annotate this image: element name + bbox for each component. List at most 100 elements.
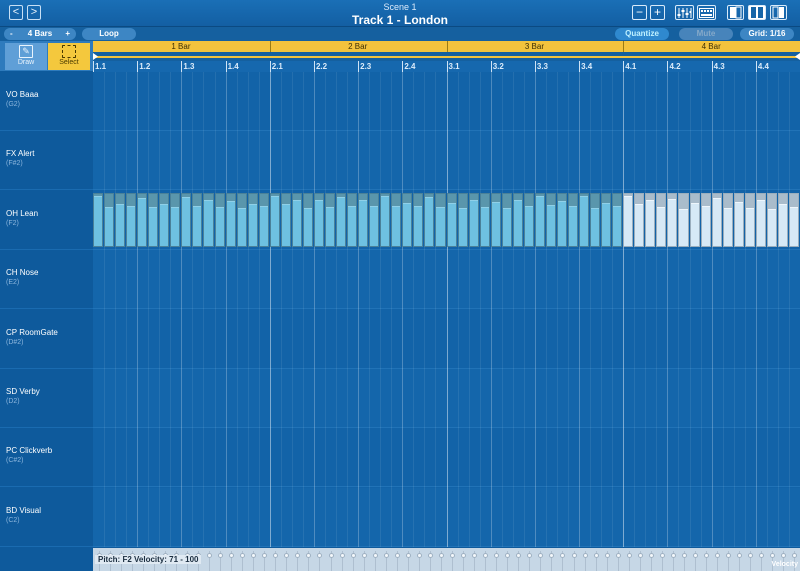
lane-label[interactable]: BD Visual (C2) bbox=[0, 488, 93, 547]
velocity-handle[interactable] bbox=[626, 551, 632, 571]
velocity-handle[interactable] bbox=[339, 551, 345, 571]
note-block[interactable] bbox=[236, 192, 247, 248]
note-block[interactable] bbox=[579, 192, 590, 248]
note-block[interactable] bbox=[302, 192, 313, 248]
note-block[interactable] bbox=[590, 192, 601, 248]
note-block[interactable] bbox=[722, 192, 733, 248]
note-block[interactable] bbox=[601, 192, 612, 248]
velocity-handle[interactable] bbox=[560, 551, 566, 571]
velocity-handle[interactable] bbox=[372, 551, 378, 571]
draw-tool-button[interactable]: ✎ Draw bbox=[5, 43, 47, 70]
note-block[interactable] bbox=[115, 192, 126, 248]
loop-button[interactable]: Loop bbox=[82, 28, 136, 40]
note-block[interactable] bbox=[391, 192, 402, 248]
lane-label[interactable]: CP RoomGate (D#2) bbox=[0, 310, 93, 369]
velocity-handle[interactable] bbox=[505, 551, 511, 571]
note-block[interactable] bbox=[104, 192, 115, 248]
velocity-handle[interactable] bbox=[516, 551, 522, 571]
velocity-handle[interactable] bbox=[295, 551, 301, 571]
velocity-handle[interactable] bbox=[648, 551, 654, 571]
lane-label[interactable]: CH Nose (E2) bbox=[0, 250, 93, 310]
quantize-button[interactable]: Quantize bbox=[615, 28, 669, 40]
length-increase-button[interactable]: + bbox=[65, 28, 70, 40]
velocity-handle[interactable] bbox=[759, 551, 765, 571]
layout-double-button[interactable] bbox=[748, 5, 766, 20]
grid-button[interactable]: Grid: 1/16 bbox=[740, 28, 794, 40]
velocity-handle[interactable] bbox=[637, 551, 643, 571]
note-block[interactable] bbox=[667, 192, 678, 248]
note-block[interactable] bbox=[733, 192, 744, 248]
velocity-handle[interactable] bbox=[306, 551, 312, 571]
bar-ruler[interactable]: 1 Bar 2 Bar 3 Bar 4 Bar bbox=[93, 41, 800, 52]
note-block[interactable] bbox=[126, 192, 137, 248]
velocity-handle[interactable] bbox=[571, 551, 577, 571]
velocity-handle[interactable] bbox=[317, 551, 323, 571]
note-block[interactable] bbox=[656, 192, 667, 248]
zoom-in-button[interactable]: + bbox=[650, 5, 665, 20]
velocity-handle[interactable] bbox=[416, 551, 422, 571]
velocity-handle[interactable] bbox=[748, 551, 754, 571]
note-block[interactable] bbox=[170, 192, 181, 248]
velocity-handle[interactable] bbox=[604, 551, 610, 571]
velocity-handle[interactable] bbox=[438, 551, 444, 571]
note-block[interactable] bbox=[402, 192, 413, 248]
note-block[interactable] bbox=[225, 192, 236, 248]
velocity-handle[interactable] bbox=[405, 551, 411, 571]
note-block[interactable] bbox=[479, 192, 490, 248]
velocity-handle[interactable] bbox=[427, 551, 433, 571]
note-block[interactable] bbox=[203, 192, 214, 248]
note-block[interactable] bbox=[137, 192, 148, 248]
note-block[interactable] bbox=[280, 192, 291, 248]
lane-label[interactable]: FX Alert (F#2) bbox=[0, 131, 93, 191]
velocity-handle[interactable] bbox=[494, 551, 500, 571]
note-block[interactable] bbox=[336, 192, 347, 248]
loop-region-strip[interactable] bbox=[93, 52, 800, 61]
velocity-panel[interactable]: Pitch: F2 Velocity: 71 - 100 Velocity bbox=[93, 548, 800, 571]
lane-label[interactable]: PC Clickverb (C#2) bbox=[0, 428, 93, 488]
note-block[interactable] bbox=[313, 192, 324, 248]
note-block[interactable] bbox=[424, 192, 435, 248]
velocity-handle[interactable] bbox=[240, 551, 246, 571]
note-block[interactable] bbox=[369, 192, 380, 248]
note-block[interactable] bbox=[545, 192, 556, 248]
note-block[interactable] bbox=[324, 192, 336, 248]
forward-button[interactable]: > bbox=[27, 5, 41, 20]
loop-start-marker-icon[interactable] bbox=[93, 53, 98, 60]
velocity-handle[interactable] bbox=[693, 551, 699, 571]
note-block[interactable] bbox=[468, 192, 479, 248]
velocity-handle[interactable] bbox=[450, 551, 456, 571]
select-tool-button[interactable]: Select bbox=[48, 43, 90, 70]
velocity-handle[interactable] bbox=[593, 551, 599, 571]
note-block[interactable] bbox=[148, 192, 159, 248]
note-block[interactable] bbox=[413, 192, 424, 248]
velocity-handle[interactable] bbox=[273, 551, 279, 571]
velocity-handle[interactable] bbox=[538, 551, 544, 571]
note-block[interactable] bbox=[192, 192, 203, 248]
lane-label[interactable]: VO Baaa (G2) bbox=[0, 72, 93, 131]
velocity-handle[interactable] bbox=[704, 551, 710, 571]
velocity-handle[interactable] bbox=[483, 551, 489, 571]
velocity-handle[interactable] bbox=[284, 551, 290, 571]
note-block[interactable] bbox=[534, 192, 545, 248]
velocity-handle[interactable] bbox=[549, 551, 555, 571]
velocity-handle[interactable] bbox=[218, 551, 224, 571]
note-block[interactable] bbox=[159, 192, 170, 248]
note-block[interactable] bbox=[490, 192, 501, 248]
note-block[interactable] bbox=[501, 192, 512, 248]
note-block[interactable] bbox=[181, 192, 192, 248]
note-block[interactable] bbox=[214, 192, 225, 248]
velocity-handle[interactable] bbox=[737, 551, 743, 571]
velocity-handle[interactable] bbox=[206, 551, 212, 571]
velocity-handle[interactable] bbox=[229, 551, 235, 571]
note-block[interactable] bbox=[634, 192, 645, 248]
note-block[interactable] bbox=[678, 192, 689, 248]
note-block[interactable] bbox=[766, 192, 777, 248]
mute-button[interactable]: Mute bbox=[679, 28, 733, 40]
note-block[interactable] bbox=[645, 192, 656, 248]
layout-split-button[interactable] bbox=[770, 5, 787, 20]
velocity-handle[interactable] bbox=[527, 551, 533, 571]
lane-label[interactable]: OH Lean (F2) bbox=[0, 191, 93, 250]
note-block[interactable] bbox=[788, 192, 799, 248]
note-block[interactable] bbox=[744, 192, 755, 248]
note-block[interactable] bbox=[380, 192, 391, 248]
